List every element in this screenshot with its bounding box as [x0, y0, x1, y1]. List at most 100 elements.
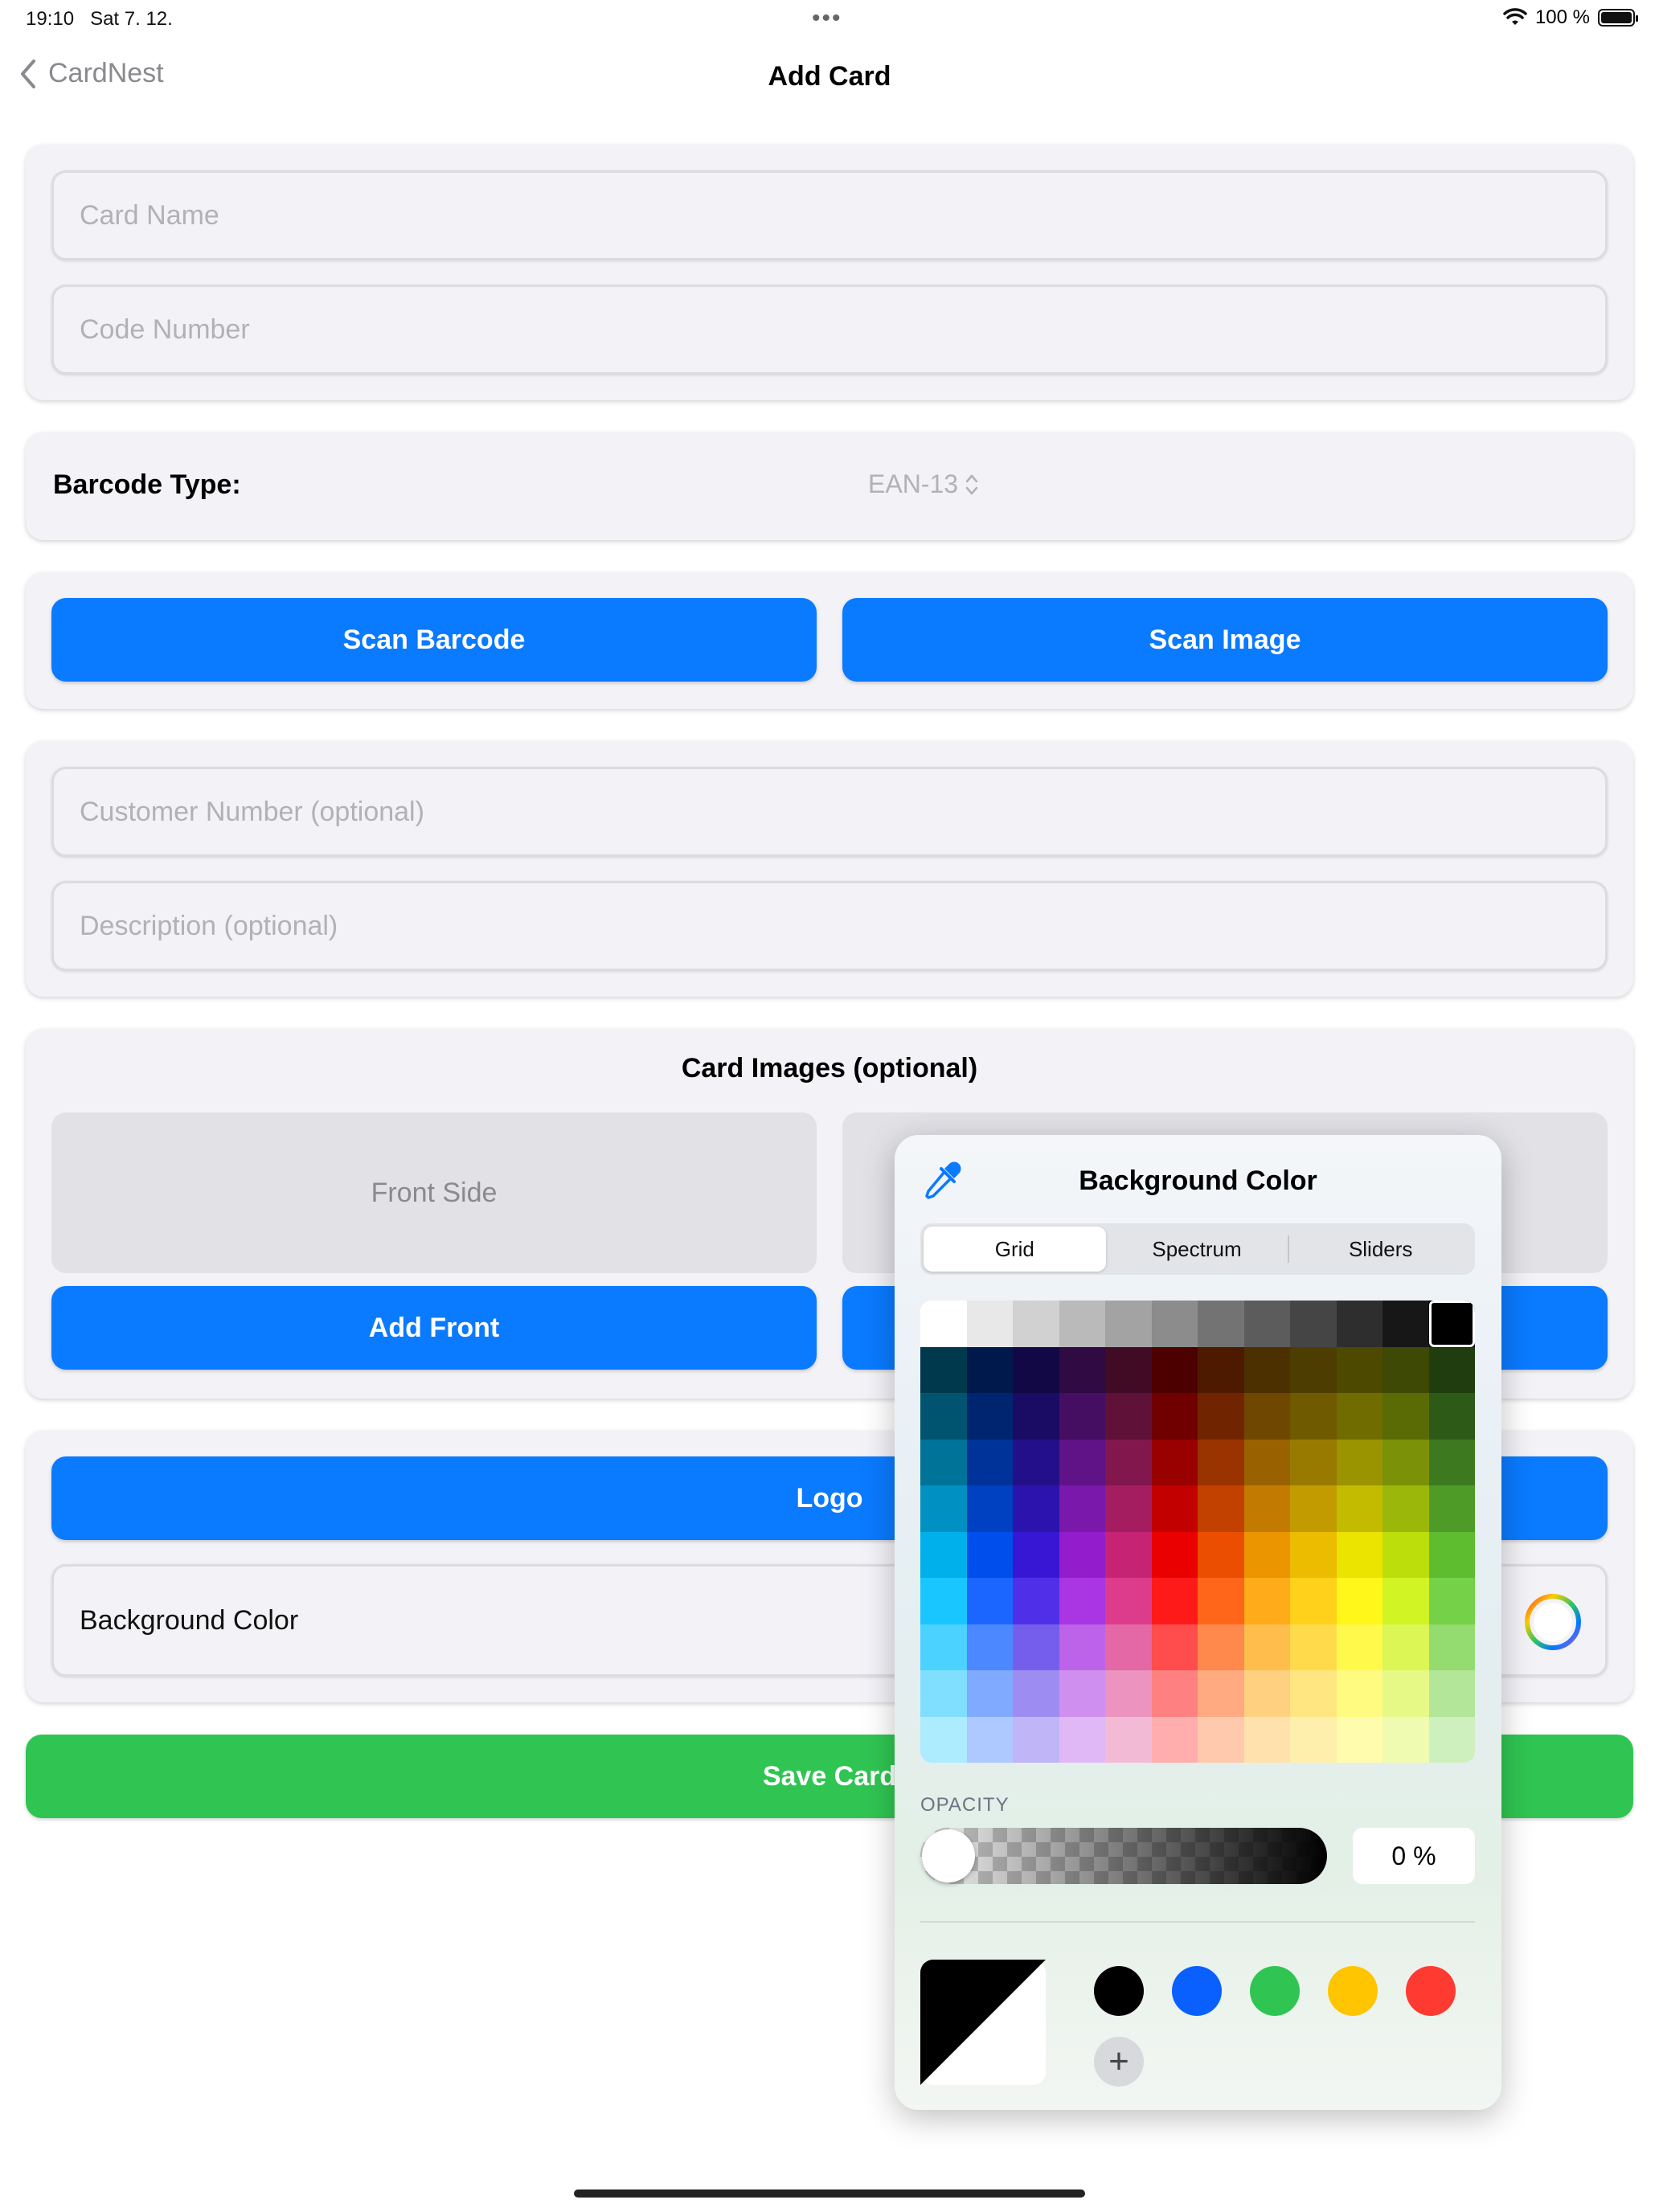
color-swatch-cell[interactable]: [1382, 1624, 1429, 1671]
color-swatch-cell[interactable]: [1428, 1578, 1475, 1624]
opacity-slider[interactable]: [920, 1828, 1327, 1884]
color-swatch-cell[interactable]: [1382, 1346, 1429, 1394]
color-swatch-cell[interactable]: [920, 1624, 967, 1671]
color-swatch-cell[interactable]: [1382, 1301, 1429, 1347]
preset-color-swatch[interactable]: [1094, 1966, 1144, 2016]
color-swatch-cell[interactable]: [1198, 1531, 1244, 1579]
color-swatch-cell[interactable]: [1105, 1578, 1152, 1624]
color-swatch-cell[interactable]: [1105, 1670, 1152, 1717]
color-swatch-cell[interactable]: [1428, 1346, 1475, 1394]
color-swatch-cell[interactable]: [1243, 1578, 1291, 1624]
color-swatch-cell[interactable]: [1059, 1393, 1106, 1440]
home-indicator[interactable]: [574, 2189, 1085, 2198]
color-swatch-cell[interactable]: [1198, 1716, 1244, 1763]
color-swatch-cell[interactable]: [1290, 1393, 1337, 1440]
color-swatch-cell[interactable]: [1336, 1531, 1383, 1579]
preset-color-swatch[interactable]: [1328, 1966, 1378, 2016]
color-swatch-cell[interactable]: [1105, 1531, 1152, 1579]
color-swatch-cell[interactable]: [1105, 1439, 1152, 1486]
color-swatch-cell[interactable]: [1059, 1670, 1106, 1717]
color-swatch-cell[interactable]: [966, 1439, 1014, 1486]
color-swatch-cell[interactable]: [1105, 1393, 1152, 1440]
color-swatch-cell[interactable]: [1428, 1531, 1475, 1579]
color-swatch-cell[interactable]: [1290, 1346, 1337, 1394]
color-swatch-cell[interactable]: [1336, 1485, 1383, 1532]
color-swatch-cell[interactable]: [1059, 1439, 1106, 1486]
color-swatch-cell[interactable]: [1059, 1301, 1106, 1347]
color-swatch-cell[interactable]: [1059, 1578, 1106, 1624]
color-swatch-cell[interactable]: [1243, 1301, 1291, 1347]
color-swatch-cell[interactable]: [1151, 1716, 1198, 1763]
barcode-type-picker[interactable]: EAN-13: [868, 469, 979, 499]
color-swatch-cell[interactable]: [1336, 1716, 1383, 1763]
color-swatch-cell[interactable]: [1059, 1716, 1106, 1763]
add-front-button[interactable]: Add Front: [51, 1286, 817, 1370]
color-swatch-cell[interactable]: [1336, 1439, 1383, 1486]
color-swatch-cell[interactable]: [1151, 1485, 1198, 1532]
color-swatch-cell[interactable]: [1428, 1624, 1475, 1671]
front-side-preview[interactable]: Front Side: [51, 1112, 817, 1273]
color-swatch-cell[interactable]: [1013, 1485, 1059, 1532]
color-swatch-cell[interactable]: [1428, 1439, 1475, 1486]
color-swatch-cell[interactable]: [966, 1624, 1014, 1671]
color-swatch-cell[interactable]: [1151, 1393, 1198, 1440]
color-swatch-cell[interactable]: [966, 1301, 1014, 1347]
color-swatch-cell[interactable]: [1290, 1670, 1337, 1717]
color-swatch-cell[interactable]: [1428, 1670, 1475, 1717]
opacity-value-field[interactable]: 0 %: [1353, 1828, 1475, 1884]
color-swatch-cell[interactable]: [1013, 1346, 1059, 1394]
color-swatch-cell[interactable]: [1382, 1670, 1429, 1717]
color-swatch-cell[interactable]: [1013, 1624, 1059, 1671]
color-swatch-cell[interactable]: [1336, 1301, 1383, 1347]
scan-image-button[interactable]: Scan Image: [842, 598, 1608, 682]
opacity-slider-thumb[interactable]: [922, 1829, 975, 1882]
color-swatch-cell[interactable]: [1198, 1439, 1244, 1486]
color-swatch-cell[interactable]: [1151, 1301, 1198, 1347]
color-swatch-cell[interactable]: [1151, 1578, 1198, 1624]
color-swatch-cell[interactable]: [920, 1531, 967, 1579]
color-swatch-cell[interactable]: [1336, 1578, 1383, 1624]
color-swatch-cell[interactable]: [1243, 1624, 1291, 1671]
color-swatch-cell[interactable]: [1243, 1439, 1291, 1486]
color-swatch-cell[interactable]: [920, 1485, 967, 1532]
color-swatch-cell[interactable]: [1290, 1624, 1337, 1671]
color-swatch-cell[interactable]: [920, 1346, 967, 1394]
color-swatch-cell[interactable]: [1382, 1531, 1429, 1579]
color-swatch-cell[interactable]: [1105, 1346, 1152, 1394]
color-swatch-cell[interactable]: [1198, 1578, 1244, 1624]
color-swatch-cell[interactable]: [1059, 1485, 1106, 1532]
color-swatch-cell[interactable]: [966, 1393, 1014, 1440]
tab-grid[interactable]: Grid: [924, 1227, 1106, 1272]
color-swatch-cell[interactable]: [920, 1439, 967, 1486]
color-swatch-cell[interactable]: [1243, 1346, 1291, 1394]
color-swatch-cell[interactable]: [1105, 1716, 1152, 1763]
color-swatch-cell[interactable]: [1428, 1716, 1475, 1763]
color-swatch-cell[interactable]: [1013, 1393, 1059, 1440]
color-swatch-cell[interactable]: [1428, 1485, 1475, 1532]
color-swatch-cell[interactable]: [1151, 1531, 1198, 1579]
color-swatch-cell[interactable]: [966, 1346, 1014, 1394]
description-field[interactable]: Description (optional): [51, 881, 1608, 971]
color-swatch-cell[interactable]: [966, 1716, 1014, 1763]
color-swatch-cell[interactable]: [920, 1716, 967, 1763]
color-swatch-cell[interactable]: [1013, 1578, 1059, 1624]
color-swatch-cell[interactable]: [1336, 1624, 1383, 1671]
multitasking-dots-icon[interactable]: •••: [812, 5, 842, 32]
code-number-field[interactable]: Code Number: [51, 285, 1608, 375]
color-swatch-cell[interactable]: [1382, 1485, 1429, 1532]
color-swatch-cell[interactable]: [1198, 1670, 1244, 1717]
color-swatch-cell[interactable]: [920, 1670, 967, 1717]
color-swatch-cell[interactable]: [1243, 1531, 1291, 1579]
tab-sliders[interactable]: Sliders: [1289, 1227, 1472, 1272]
color-swatch-cell[interactable]: [1198, 1485, 1244, 1532]
color-swatch-cell[interactable]: [1059, 1346, 1106, 1394]
color-swatch-cell[interactable]: [1336, 1346, 1383, 1394]
color-swatch-cell[interactable]: [1290, 1531, 1337, 1579]
color-swatch-cell[interactable]: [1105, 1301, 1152, 1347]
color-swatch-cell[interactable]: [1290, 1716, 1337, 1763]
tab-spectrum[interactable]: Spectrum: [1106, 1227, 1288, 1272]
color-swatch-cell[interactable]: [1382, 1716, 1429, 1763]
color-swatch-cell[interactable]: [1105, 1485, 1152, 1532]
color-swatch-cell[interactable]: [966, 1578, 1014, 1624]
preset-color-swatch[interactable]: [1406, 1966, 1456, 2016]
